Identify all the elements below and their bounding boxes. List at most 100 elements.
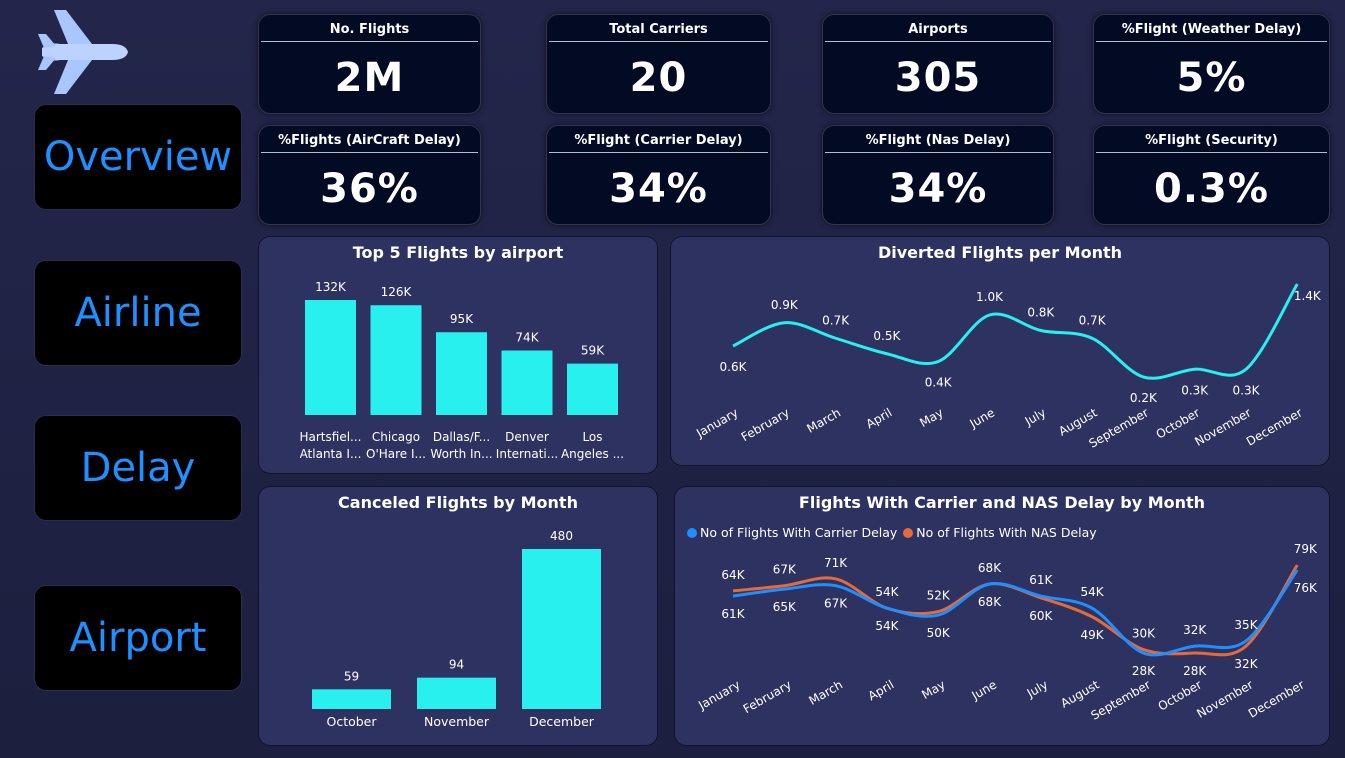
kpi-card-aircraft-delay: %Flights (AirCraft Delay) 36% xyxy=(258,125,481,225)
kpi-title: Airports xyxy=(908,22,968,37)
data-label-nas: 67K xyxy=(773,563,797,577)
data-label: 59K xyxy=(581,344,605,358)
bar-0 xyxy=(312,689,391,709)
month-tick-label: May xyxy=(917,405,945,430)
bar-0 xyxy=(305,300,356,415)
month-tick-label: June xyxy=(966,405,997,431)
month-tick-label: December xyxy=(1246,677,1307,720)
data-label-carrier: 32K xyxy=(1183,623,1207,637)
data-label-carrier: 54K xyxy=(1081,585,1105,599)
kpi-title: %Flight (Security) xyxy=(1145,133,1278,148)
month-tick-label: June xyxy=(968,677,999,703)
month-tick-label: March xyxy=(804,405,843,435)
data-label: 1.0K xyxy=(976,290,1004,304)
category-label: Chicago xyxy=(372,430,420,444)
nav-delay-button[interactable]: Delay xyxy=(34,415,242,521)
data-label-carrier: 50K xyxy=(927,626,951,640)
canceled-panel: Canceled Flights by Month 59 October 94 Nov… xyxy=(258,486,658,746)
data-label: 59 xyxy=(344,669,359,683)
data-label: 0.7K xyxy=(1079,313,1107,327)
bar-2 xyxy=(436,332,487,415)
data-label-nas: 71K xyxy=(824,556,848,570)
kpi-value: 305 xyxy=(894,55,982,101)
category-label: Angeles ... xyxy=(561,447,624,461)
category-label: Denver xyxy=(505,430,549,444)
month-tick-label: January xyxy=(693,405,740,440)
category-label: Atlanta I... xyxy=(300,447,362,461)
month-tick-label: December xyxy=(1244,405,1305,448)
month-tick-label: March xyxy=(806,677,845,707)
data-label-nas: 79K xyxy=(1294,542,1318,556)
kpi-value: 36% xyxy=(320,166,419,212)
kpi-card-carriers: Total Carriers 20 xyxy=(546,14,771,114)
series-line-0 xyxy=(732,569,1299,657)
kpi-title: No. Flights xyxy=(329,22,410,37)
data-label: 126K xyxy=(381,285,413,299)
data-label-nas: 28K xyxy=(1183,664,1207,678)
month-tick-label: April xyxy=(866,677,897,703)
data-label-nas: 49K xyxy=(1081,628,1105,642)
category-label: Los xyxy=(582,430,602,444)
data-label: 0.8K xyxy=(1027,306,1055,320)
kpi-title: %Flight (Carrier Delay) xyxy=(574,133,743,148)
kpi-card-airports: Airports 305 xyxy=(822,14,1054,114)
top-airports-panel: Top 5 Flights by airport 132K Hartsfiel..… xyxy=(258,236,658,474)
kpi-card-carrier-delay: %Flight (Carrier Delay) 34% xyxy=(546,125,771,225)
kpi-title: Total Carriers xyxy=(609,22,708,37)
category-label: November xyxy=(424,714,490,729)
kpi-card-nas-delay: %Flight (Nas Delay) 34% xyxy=(822,125,1054,225)
data-label-carrier: 35K xyxy=(1234,618,1258,632)
kpi-card-weather-delay: %Flight (Weather Delay) 5% xyxy=(1093,14,1330,114)
kpi-title: %Flights (AirCraft Delay) xyxy=(278,133,461,148)
delay-chart: 61K 64K January 65K 67K February 67K 71K March 54… xyxy=(695,542,1318,723)
kpi-value: 2M xyxy=(334,55,405,101)
month-tick-label: February xyxy=(739,405,792,444)
data-label: 0.9K xyxy=(771,298,799,312)
category-label: Worth In... xyxy=(430,447,492,461)
bar-2 xyxy=(522,549,601,709)
data-label: 0.5K xyxy=(873,329,901,343)
month-tick-label: April xyxy=(864,405,895,431)
kpi-title: %Flight (Nas Delay) xyxy=(865,133,1011,148)
data-label: 0.2K xyxy=(1130,391,1158,405)
data-label: 1.4K xyxy=(1294,289,1322,303)
bar-3 xyxy=(501,350,553,415)
airplane-logo-icon xyxy=(36,6,132,98)
series-line-1 xyxy=(732,564,1299,657)
nav-delay-label: Delay xyxy=(80,445,196,491)
data-label-carrier: 67K xyxy=(824,597,848,611)
data-label-nas: 68K xyxy=(978,595,1002,609)
data-label: 0.3K xyxy=(1181,383,1209,397)
data-label: 480 xyxy=(550,529,573,543)
nav-airport-label: Airport xyxy=(69,615,207,661)
kpi-value: 0.3% xyxy=(1154,166,1269,212)
month-tick-label: July xyxy=(1024,677,1051,700)
data-label: 74K xyxy=(515,331,539,345)
data-label: 95K xyxy=(450,312,474,326)
data-label-carrier: 68K xyxy=(978,561,1002,575)
month-tick-label: February xyxy=(741,677,794,716)
kpi-value: 20 xyxy=(629,55,688,101)
month-tick-label: November xyxy=(1194,677,1255,720)
nav-overview-label: Overview xyxy=(43,134,233,180)
data-label: 94 xyxy=(449,658,464,672)
nav-overview-button[interactable]: Overview xyxy=(34,104,242,210)
canceled-chart: 59 October 94 November 480 December xyxy=(312,529,601,729)
nav-airline-button[interactable]: Airline xyxy=(34,260,242,366)
data-label-nas: 30K xyxy=(1132,627,1156,641)
nav-airport-button[interactable]: Airport xyxy=(34,585,242,691)
kpi-title: %Flight (Weather Delay) xyxy=(1121,22,1302,37)
kpi-card-security: %Flight (Security) 0.3% xyxy=(1093,125,1330,225)
kpi-card-flights: No. Flights 2M xyxy=(258,14,481,114)
data-label-carrier: 61K xyxy=(721,607,745,621)
data-label-nas: 54K xyxy=(875,619,899,633)
kpi-value: 5% xyxy=(1176,55,1247,101)
category-label: O'Hare I... xyxy=(366,447,426,461)
category-label: December xyxy=(529,714,595,729)
data-label-carrier: 28K xyxy=(1132,664,1156,678)
month-tick-label: July xyxy=(1022,405,1049,428)
bar-4 xyxy=(567,363,618,415)
category-label: October xyxy=(326,714,377,729)
kpi-value: 34% xyxy=(888,166,988,212)
delay-panel: Flights With Carrier and NAS Delay by Mo… xyxy=(674,486,1330,746)
